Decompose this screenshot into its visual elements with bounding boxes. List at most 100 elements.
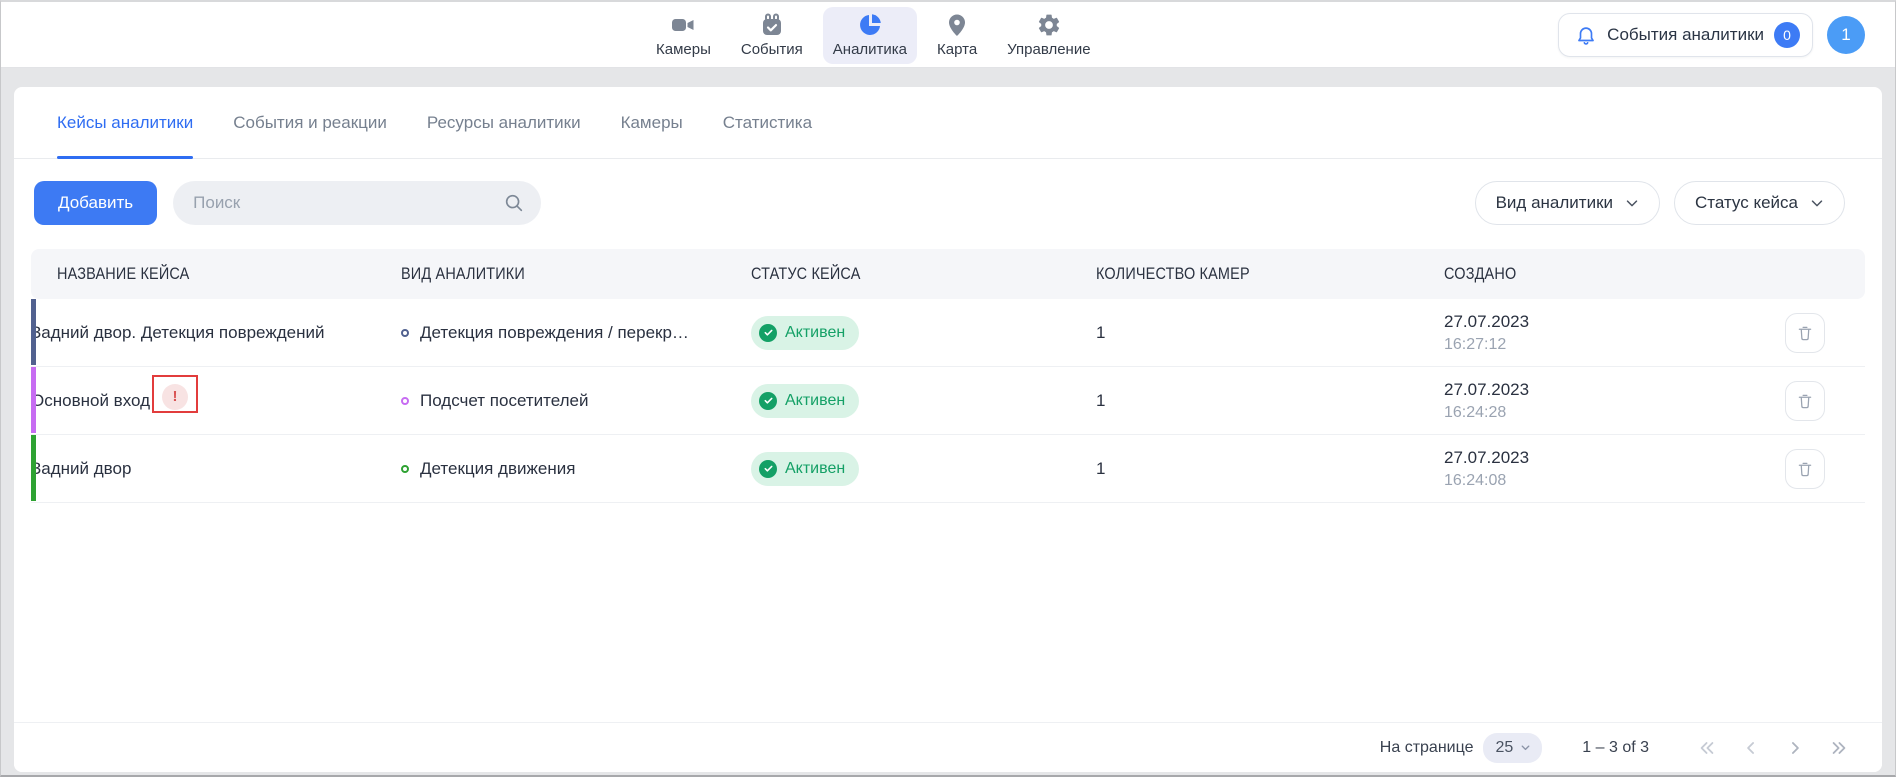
table-row[interactable]: Задний двор. Детекция повреждений Детекц… [31,299,1865,367]
camera-count: 1 [1096,323,1444,343]
camera-count: 1 [1096,391,1444,411]
created-date: 27.07.2023 [1444,448,1785,468]
analytics-type-label: Подсчет посетителей [420,391,588,411]
case-name-text: Задний двор. Детекция повреждений [31,323,324,343]
created-time: 16:24:08 [1444,472,1785,490]
per-page-select[interactable]: 25 [1483,733,1542,763]
tab-events-reactions[interactable]: События и реакции [233,87,387,158]
map-pin-icon [944,12,970,38]
case-name-text: Задний двор [31,459,131,479]
row-actions [1785,381,1865,421]
per-page-label: На странице [1380,739,1474,757]
main-navigation: Камеры События Аналитика [646,7,1101,64]
prev-page-button[interactable] [1741,738,1761,758]
first-page-button[interactable] [1697,738,1717,758]
analytics-events-label: События аналитики [1607,25,1764,45]
analytics-type-dot [401,329,409,337]
tab-bar: Кейсы аналитики События и реакции Ресурс… [14,87,1882,159]
case-name: Основной вход ! [31,382,401,420]
case-status: Активен [751,452,1096,486]
next-page-button[interactable] [1785,738,1805,758]
nav-item-management[interactable]: Управление [997,7,1100,64]
tab-analytics-cases[interactable]: Кейсы аналитики [57,87,193,158]
trash-icon [1796,392,1814,410]
analytics-type-label: Детекция движения [420,459,575,479]
search-input[interactable] [193,193,503,213]
per-page-value: 25 [1495,739,1513,757]
add-button[interactable]: Добавить [34,181,157,225]
row-accent-bar [31,367,36,433]
status-badge: Активен [751,384,859,418]
last-page-button[interactable] [1829,738,1849,758]
row-actions [1785,449,1865,489]
nav-item-events[interactable]: События [731,7,813,64]
created-date: 27.07.2023 [1444,380,1785,400]
analytics-panel: Кейсы аналитики События и реакции Ресурс… [14,87,1882,772]
created-date: 27.07.2023 [1444,312,1785,332]
status-label: Активен [785,392,845,410]
tab-statistics[interactable]: Статистика [723,87,812,158]
search-field[interactable] [173,181,541,225]
analytics-type-dot [401,397,409,405]
col-header-analytics-type: ВИД АНАЛИТИКИ [401,264,751,284]
created-at: 27.07.2023 16:24:08 [1444,448,1785,490]
analytics-type-filter[interactable]: Вид аналитики [1475,181,1660,225]
created-at: 27.07.2023 16:27:12 [1444,312,1785,354]
double-chevron-left-icon [1697,738,1717,758]
tab-analytics-resources[interactable]: Ресурсы аналитики [427,87,581,158]
status-badge: Активен [751,452,859,486]
filters-group: Вид аналитики Статус кейса [1475,181,1845,225]
case-status: Активен [751,384,1096,418]
video-camera-icon [670,12,696,38]
nav-label-events: События [741,41,803,58]
created-time: 16:27:12 [1444,336,1785,354]
events-count-badge: 0 [1774,22,1800,48]
gear-icon [1036,12,1062,38]
table-row[interactable]: Основной вход ! Подсчет посетителей Акти… [31,367,1865,435]
double-chevron-right-icon [1829,738,1849,758]
col-header-case-name: НАЗВАНИЕ КЕЙСА [31,264,401,284]
status-label: Активен [785,460,845,478]
analytics-type-label: Детекция повреждения / перекр… [420,323,689,343]
table-row[interactable]: Задний двор Детекция движения Активен 1 [31,435,1865,503]
row-actions [1785,313,1865,353]
analytics-type-filter-label: Вид аналитики [1496,193,1613,213]
table-header: НАЗВАНИЕ КЕЙСА ВИД АНАЛИТИКИ СТАТУС КЕЙС… [31,249,1865,299]
analytics-events-button[interactable]: События аналитики 0 [1558,13,1813,57]
nav-label-settings: Управление [1007,41,1090,58]
case-status: Активен [751,316,1096,350]
cases-table: НАЗВАНИЕ КЕЙСА ВИД АНАЛИТИКИ СТАТУС КЕЙС… [31,249,1865,503]
col-header-camera-count: КОЛИЧЕСТВО КАМЕР [1096,264,1444,284]
pager-controls [1697,738,1849,758]
user-avatar[interactable]: 1 [1827,16,1865,54]
case-name-text: Основной вход [31,391,150,411]
nav-label-management-map: Карта [937,41,977,58]
status-check-icon [759,324,777,342]
chevron-down-icon [1808,194,1826,212]
col-header-case-status: СТАТУС КЕЙСА [751,264,1096,284]
tab-cameras[interactable]: Камеры [621,87,683,158]
nav-label-analytics: Аналитика [833,41,907,58]
nav-item-cameras[interactable]: Камеры [646,7,721,64]
status-check-icon [759,460,777,478]
pie-chart-icon [857,12,883,38]
toolbar: Добавить Вид аналитики Статус кейса [14,159,1882,249]
calendar-check-icon [759,12,785,38]
search-icon [503,192,525,214]
page-range: 1 – 3 of 3 [1582,739,1649,757]
case-name: Задний двор. Детекция повреждений [31,323,401,343]
case-status-filter[interactable]: Статус кейса [1674,181,1845,225]
delete-button[interactable] [1785,313,1825,353]
delete-button[interactable] [1785,381,1825,421]
nav-item-map[interactable]: Карта [927,7,987,64]
nav-item-analytics[interactable]: Аналитика [823,7,917,64]
app-window: Камеры События Аналитика [0,0,1896,777]
row-accent-bar [31,435,36,501]
trash-icon [1796,460,1814,478]
delete-button[interactable] [1785,449,1825,489]
analytics-type-dot [401,465,409,473]
created-at: 27.07.2023 16:24:28 [1444,380,1785,422]
warning-icon: ! [162,384,188,410]
analytics-type: Детекция повреждения / перекр… [401,323,751,343]
bell-icon [1575,24,1597,46]
